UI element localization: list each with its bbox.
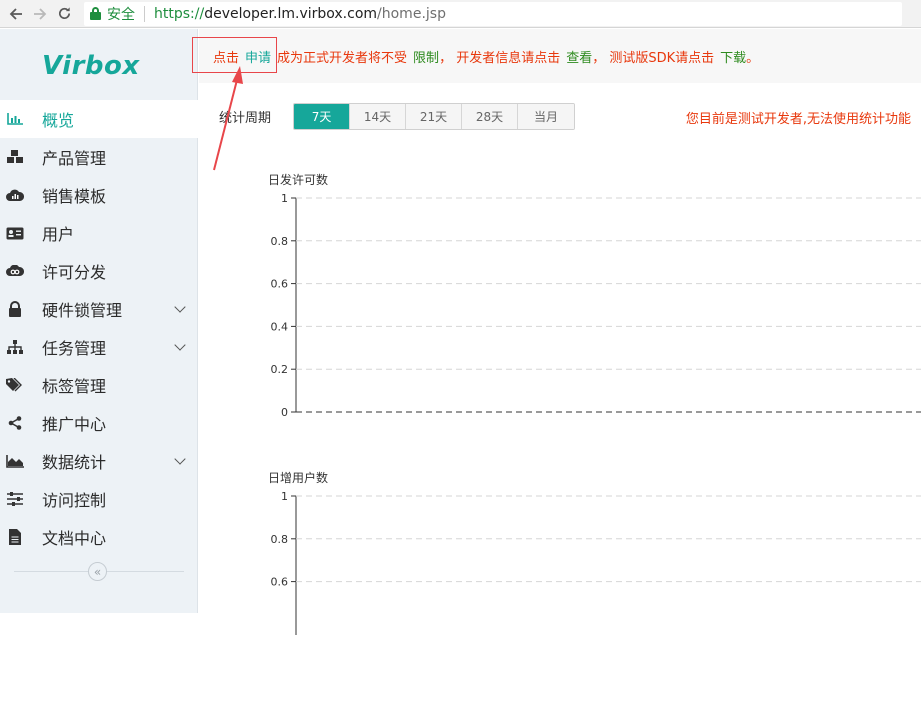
chart-plot: 1 0.8 0.6 bbox=[271, 490, 921, 635]
test-developer-warning: 您目前是测试开发者,无法使用统计功能 bbox=[685, 112, 911, 127]
sidebar-item[interactable]: 概览 bbox=[0, 100, 210, 138]
browser-toolbar: 安全 https:// developer.lm.virbox.com /hom… bbox=[0, 0, 921, 28]
back-icon[interactable] bbox=[4, 2, 28, 26]
main-content: 点击 申请 成为正式开发者将不受 限制 ， 开发者信息请点击 查看 ， 测试版S… bbox=[199, 29, 921, 635]
chart-plot: 1 0.8 0.6 0.4 0.2 0 bbox=[271, 192, 921, 419]
sidebar-item[interactable]: 标签管理 bbox=[0, 366, 198, 404]
notice-text-sdk: ， 测试版SDK请点击 bbox=[592, 50, 715, 66]
id-card-icon bbox=[4, 227, 26, 240]
url-host: developer.lm.virbox.com bbox=[204, 5, 378, 22]
y-tick-label: 0.6 bbox=[271, 278, 289, 291]
y-tick-label: 0.6 bbox=[271, 576, 289, 589]
sidebar-item-label: 文档中心 bbox=[42, 529, 107, 548]
notice-text-become: 成为正式开发者将不受 bbox=[277, 50, 408, 66]
lock-icon bbox=[4, 301, 26, 317]
limit-link[interactable]: 限制 bbox=[413, 47, 439, 66]
sidebar-item[interactable]: 数据统计 bbox=[0, 442, 198, 480]
chevron-down-icon bbox=[174, 453, 186, 465]
period-button[interactable]: 28天 bbox=[462, 104, 519, 129]
notice-text-end: 。 bbox=[746, 50, 760, 66]
sidebar-item[interactable]: 用户 bbox=[0, 214, 198, 252]
url-scheme: https:// bbox=[154, 5, 205, 22]
sidebar-item-label: 数据统计 bbox=[42, 453, 107, 472]
chart-daily-new-users: 日增用户数 1 0.8 0.6 bbox=[199, 465, 921, 635]
cloud-link-icon bbox=[4, 265, 26, 277]
sidebar-menu: 概览产品管理销售模板用户许可分发硬件锁管理任务管理标签管理推广中心数据统计访问控… bbox=[0, 100, 210, 556]
y-tick-label: 0.4 bbox=[271, 320, 289, 333]
sliders-icon bbox=[4, 492, 26, 506]
bar-chart-icon bbox=[4, 113, 26, 125]
file-icon bbox=[4, 529, 26, 545]
notice-text-developer-info: ， 开发者信息请点击 bbox=[439, 50, 561, 66]
address-separator bbox=[144, 5, 145, 22]
chevron-down-icon bbox=[174, 301, 186, 313]
sidebar-item[interactable]: 硬件锁管理 bbox=[0, 290, 198, 328]
cubes-icon bbox=[4, 149, 26, 165]
cloud-chart-icon bbox=[4, 189, 26, 202]
sidebar-item[interactable]: 销售模板 bbox=[0, 176, 198, 214]
tags-icon bbox=[4, 378, 26, 392]
period-button[interactable]: 21天 bbox=[406, 104, 463, 129]
area-chart-icon bbox=[4, 454, 26, 468]
period-button-group: 7天 14天 21天 28天 当月 bbox=[293, 103, 576, 130]
sidebar-item-label: 销售模板 bbox=[42, 187, 107, 206]
period-selector: 统计周期 7天 14天 21天 28天 当月 bbox=[219, 103, 576, 130]
sidebar-item-label: 产品管理 bbox=[42, 149, 107, 168]
sidebar-item-label: 访问控制 bbox=[42, 491, 107, 510]
y-tick-label: 0.8 bbox=[271, 533, 289, 546]
period-button[interactable]: 14天 bbox=[350, 104, 407, 129]
sidebar-item[interactable]: 任务管理 bbox=[0, 328, 198, 366]
y-tick-label: 1 bbox=[281, 192, 288, 205]
address-bar[interactable]: 安全 https:// developer.lm.virbox.com /hom… bbox=[84, 1, 902, 26]
sidebar-item[interactable]: 文档中心 bbox=[0, 518, 198, 556]
annotation-arrow-icon bbox=[213, 66, 243, 171]
y-tick-label: 1 bbox=[281, 490, 288, 503]
share-icon bbox=[4, 416, 26, 430]
sidebar-item[interactable]: 许可分发 bbox=[0, 252, 198, 290]
url-path: /home.jsp bbox=[377, 5, 446, 22]
sidebar-item[interactable]: 产品管理 bbox=[0, 138, 198, 176]
sidebar-item[interactable]: 访问控制 bbox=[0, 480, 198, 518]
chevron-down-icon bbox=[174, 339, 186, 351]
secure-label: 安全 bbox=[107, 6, 135, 23]
forward-icon[interactable] bbox=[28, 2, 52, 26]
sidebar-item-label: 概览 bbox=[42, 111, 75, 130]
sidebar-item[interactable]: 推广中心 bbox=[0, 404, 198, 442]
y-tick-label: 0.2 bbox=[271, 363, 289, 376]
sidebar: Virbox 概览产品管理销售模板用户许可分发硬件锁管理任务管理标签管理推广中心… bbox=[0, 29, 210, 613]
period-button[interactable]: 当月 bbox=[518, 104, 575, 129]
sidebar-item-label: 标签管理 bbox=[42, 377, 107, 396]
developer-notice: 点击 申请 成为正式开发者将不受 限制 ， 开发者信息请点击 查看 ， 测试版S… bbox=[199, 29, 921, 83]
chart-daily-licenses: 日发许可数 1 0.8 0.6 0.4 0.2 0 bbox=[199, 167, 921, 427]
collapse-sidebar-button[interactable]: « bbox=[88, 562, 107, 581]
sidebar-item-label: 硬件锁管理 bbox=[42, 301, 123, 320]
virbox-logo[interactable]: Virbox bbox=[42, 51, 140, 81]
y-tick-label: 0 bbox=[281, 406, 288, 419]
sidebar-item-label: 推广中心 bbox=[42, 415, 107, 434]
sidebar-item-label: 任务管理 bbox=[42, 339, 107, 358]
view-link[interactable]: 查看 bbox=[566, 47, 592, 66]
sidebar-item-label: 用户 bbox=[42, 225, 75, 244]
sitemap-icon bbox=[4, 340, 26, 354]
sidebar-item-label: 许可分发 bbox=[42, 263, 107, 282]
y-tick-label: 0.8 bbox=[271, 235, 289, 248]
reload-icon[interactable] bbox=[52, 2, 76, 26]
period-button[interactable]: 7天 bbox=[294, 104, 351, 129]
download-link[interactable]: 下载 bbox=[720, 47, 746, 66]
lock-icon bbox=[90, 7, 101, 20]
